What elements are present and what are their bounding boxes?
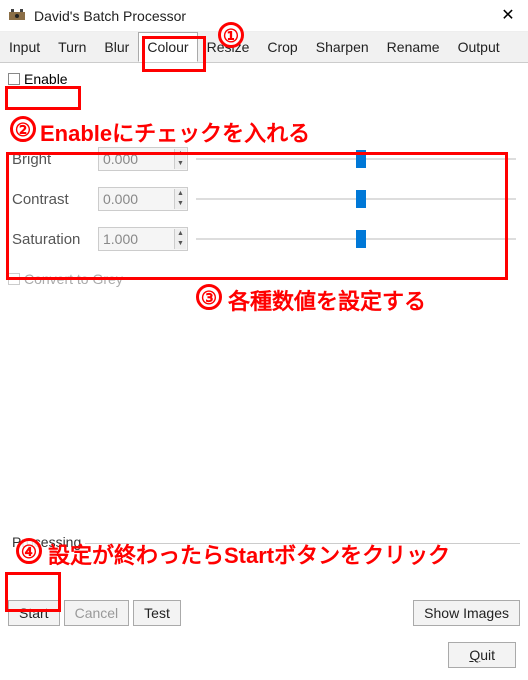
contrast-slider-thumb [356, 190, 366, 208]
tab-input[interactable]: Input [0, 32, 49, 62]
convert-grey-label: Convert to Grey [24, 271, 123, 287]
window-title: David's Batch Processor [34, 8, 520, 24]
start-button[interactable]: Start [8, 600, 60, 626]
contrast-label: Contrast [12, 191, 98, 208]
tab-blur[interactable]: Blur [95, 32, 138, 62]
tab-colour[interactable]: Colour [138, 32, 197, 62]
saturation-label: Saturation [12, 231, 98, 248]
quit-button[interactable]: Quit [448, 642, 516, 668]
contrast-spin-arrows[interactable]: ▲▼ [174, 189, 186, 209]
test-button[interactable]: Test [133, 600, 181, 626]
bright-label: Bright [12, 151, 98, 168]
app-icon [8, 7, 26, 25]
saturation-spin[interactable]: 1.000 ▲▼ [98, 227, 188, 251]
saturation-slider[interactable] [196, 229, 516, 249]
processing-label: Processing [8, 534, 85, 550]
cancel-button[interactable]: Cancel [64, 600, 130, 626]
colour-params: Bright 0.000 ▲▼ Contrast 0.000 ▲▼ Satura… [8, 131, 520, 267]
bright-slider[interactable] [196, 149, 516, 169]
convert-grey-checkbox [8, 273, 20, 285]
enable-label: Enable [24, 71, 68, 87]
tab-sharpen[interactable]: Sharpen [307, 32, 378, 62]
bright-slider-thumb [356, 150, 366, 168]
tab-resize[interactable]: Resize [198, 32, 259, 62]
contrast-spin[interactable]: 0.000 ▲▼ [98, 187, 188, 211]
bright-spin-arrows[interactable]: ▲▼ [174, 149, 186, 169]
show-images-button[interactable]: Show Images [413, 600, 520, 626]
convert-grey-row: Convert to Grey [8, 271, 520, 287]
saturation-slider-thumb [356, 230, 366, 248]
bright-spin[interactable]: 0.000 ▲▼ [98, 147, 188, 171]
tab-crop[interactable]: Crop [258, 32, 306, 62]
tab-output[interactable]: Output [449, 32, 509, 62]
saturation-spin-arrows[interactable]: ▲▼ [174, 229, 186, 249]
tab-turn[interactable]: Turn [49, 32, 95, 62]
titlebar: David's Batch Processor ✕ [0, 0, 528, 32]
close-button[interactable]: ✕ [488, 0, 528, 32]
tabs: Input Turn Blur Colour Resize Crop Sharp… [0, 32, 528, 63]
enable-checkbox[interactable] [8, 73, 20, 85]
tab-body: Enable Bright 0.000 ▲▼ Contrast 0.000 ▲▼ [0, 63, 528, 295]
contrast-slider[interactable] [196, 189, 516, 209]
tab-rename[interactable]: Rename [378, 32, 449, 62]
processing-group: Processing Start Cancel Test Show Images [8, 543, 520, 626]
